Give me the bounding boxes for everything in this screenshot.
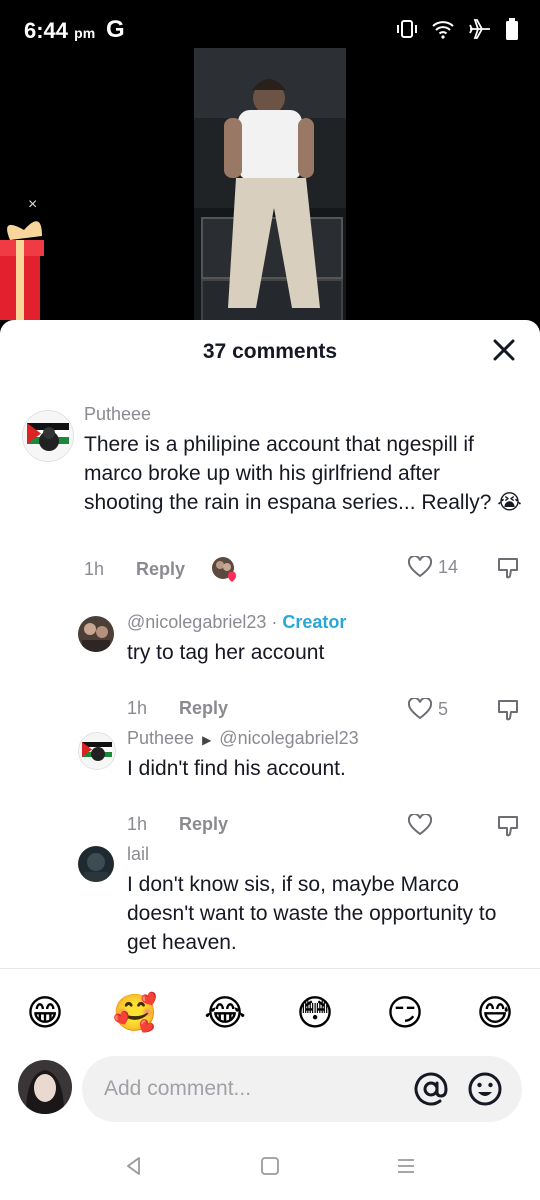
comment-input-wrapper xyxy=(82,1056,522,1122)
dislike-icon[interactable] xyxy=(496,698,520,722)
emoji-hearts-button[interactable]: 🥰 xyxy=(110,992,160,1034)
status-time: 6:44 pm xyxy=(24,18,96,43)
like-button[interactable]: 5 xyxy=(408,698,448,720)
avatar-image xyxy=(78,846,114,882)
avatar[interactable] xyxy=(78,846,114,882)
gift-icon[interactable] xyxy=(0,210,46,320)
android-nav-bar xyxy=(0,1140,540,1200)
comment-username[interactable]: lail xyxy=(127,844,149,865)
airplane-icon xyxy=(469,19,490,39)
comment-input-bar xyxy=(18,1056,522,1122)
reply-button[interactable]: Reply xyxy=(179,698,228,719)
reply-button[interactable]: Reply xyxy=(136,559,185,580)
comment-text: There is a philipine account that ngespi… xyxy=(84,433,522,514)
like-count: 5 xyxy=(438,698,449,719)
comment-username[interactable]: Putheee xyxy=(84,404,151,425)
avatar-image xyxy=(79,733,115,769)
avatar[interactable] xyxy=(78,732,116,770)
current-user-avatar[interactable] xyxy=(18,1060,72,1114)
menu-icon[interactable] xyxy=(396,1156,416,1176)
creator-liked-avatar xyxy=(211,556,239,582)
comments-count-title: 37 comments xyxy=(202,340,338,363)
comment-username: Putheee ▶ @nicolegabriel23 xyxy=(127,728,359,749)
comment-text: I don't know sis, if so, maybe Marco doe… xyxy=(127,873,497,954)
comment-time: 1h xyxy=(84,558,105,579)
battery-icon xyxy=(506,18,518,40)
emoji-flushed-button[interactable]: 😳 xyxy=(290,992,340,1034)
dislike-icon[interactable] xyxy=(496,814,520,838)
emoji-grin-button[interactable]: 😁 xyxy=(20,992,70,1034)
status-icons xyxy=(396,18,518,40)
heart-icon xyxy=(408,698,432,720)
avatar-image xyxy=(23,411,73,461)
like-count: 14 xyxy=(438,556,459,577)
vibrate-icon xyxy=(397,20,417,38)
reply-button[interactable]: Reply xyxy=(179,814,228,835)
video-frame-image xyxy=(194,48,346,328)
emoji-joy-button[interactable]: 😂 xyxy=(200,992,250,1034)
google-g-icon: G xyxy=(106,16,125,43)
avatar-image xyxy=(78,616,114,652)
comment-meta: 1h Reply xyxy=(127,698,228,719)
comment-username: @nicolegabriel23 · Creator xyxy=(127,612,347,632)
emoji-picker-icon[interactable] xyxy=(466,1070,504,1108)
gift-close-icon[interactable]: × xyxy=(28,196,37,214)
like-button[interactable]: 14 xyxy=(408,556,458,578)
back-icon[interactable] xyxy=(124,1156,144,1176)
heart-icon xyxy=(408,814,432,836)
reply-to-username[interactable]: @nicolegabriel23 xyxy=(219,728,358,748)
dislike-icon[interactable] xyxy=(496,556,520,580)
avatar[interactable] xyxy=(22,410,74,462)
comment-meta: 1h Reply xyxy=(127,814,228,835)
emoji-smirk-button[interactable]: 😏 xyxy=(380,992,430,1034)
comment-text: try to tag her account xyxy=(127,641,325,664)
avatar-image xyxy=(18,1060,72,1114)
creator-badge: Creator xyxy=(282,612,347,632)
mention-icon[interactable] xyxy=(412,1070,450,1108)
comment-input[interactable] xyxy=(102,1068,396,1110)
comment-text: I didn't find his account. xyxy=(127,757,346,780)
emoji-sweat-smile-button[interactable]: 😅 xyxy=(470,992,520,1034)
close-icon[interactable] xyxy=(490,336,518,364)
username-link[interactable]: @nicolegabriel23 xyxy=(127,612,266,632)
reply-arrow-icon: ▶ xyxy=(202,733,212,747)
creator-liked-icon xyxy=(212,557,237,582)
comment-time: 1h xyxy=(127,698,148,718)
comment-meta: 1h Reply xyxy=(84,556,239,582)
home-icon[interactable] xyxy=(260,1156,280,1176)
username-link[interactable]: Putheee xyxy=(127,728,194,748)
avatar[interactable] xyxy=(78,616,114,652)
wifi-icon xyxy=(432,21,454,39)
heart-icon xyxy=(408,556,432,578)
divider xyxy=(0,968,540,969)
comment-time: 1h xyxy=(127,814,148,834)
emoji-quick-row: 😁 🥰 😂 😳 😏 😅 xyxy=(0,990,540,1036)
like-button[interactable] xyxy=(408,814,432,836)
video-preview[interactable] xyxy=(194,48,346,328)
